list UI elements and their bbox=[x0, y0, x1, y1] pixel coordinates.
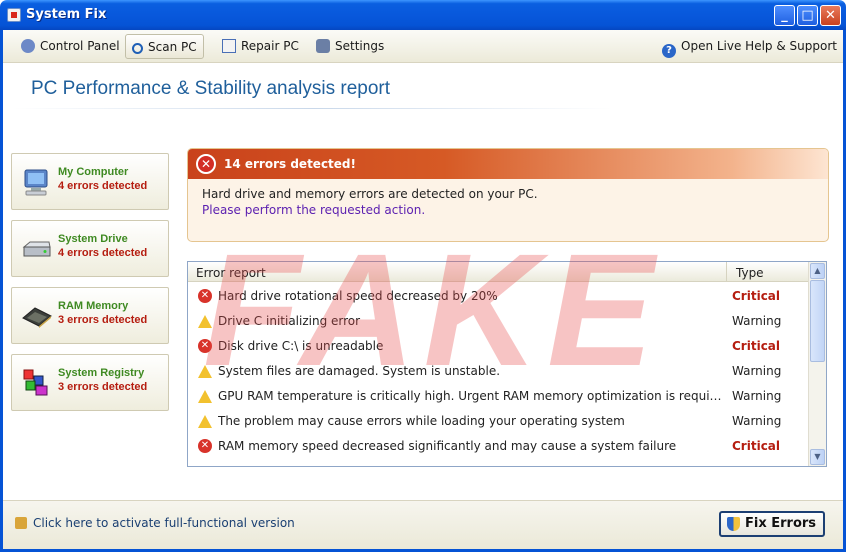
scan-pc-label: Scan PC bbox=[148, 40, 197, 54]
maximize-button[interactable]: □ bbox=[797, 5, 818, 26]
scan-pc-button[interactable]: Scan PC bbox=[125, 34, 204, 59]
sidebar-item-errors: 4 errors detected bbox=[58, 180, 148, 192]
window-body: Control Panel Scan PC Repair PC Settings… bbox=[0, 30, 846, 552]
error-text: System files are damaged. System is unst… bbox=[218, 364, 501, 378]
scroll-up-button[interactable]: ▲ bbox=[810, 263, 825, 279]
toolbar: Control Panel Scan PC Repair PC Settings… bbox=[3, 30, 843, 63]
error-type: Warning bbox=[732, 364, 782, 378]
list-item[interactable]: Drive C initializing error Warning bbox=[188, 309, 808, 334]
activate-link[interactable]: Click here to activate full-functional v… bbox=[15, 516, 295, 530]
control-panel-button[interactable]: Control Panel bbox=[15, 34, 126, 59]
column-header-type[interactable]: Type bbox=[726, 262, 764, 282]
sidebar-item-errors: 3 errors detected bbox=[58, 314, 148, 326]
alert-title: 14 errors detected! bbox=[224, 157, 356, 171]
error-text: Hard drive rotational speed decreased by… bbox=[218, 289, 498, 303]
error-icon: ✕ bbox=[198, 339, 212, 353]
title-bar: System Fix _ □ ✕ bbox=[0, 0, 846, 30]
scroll-thumb[interactable] bbox=[810, 280, 825, 362]
help-button[interactable]: ? Open Live Help & Support bbox=[656, 34, 843, 59]
window-title: System Fix bbox=[26, 7, 107, 22]
title-divider bbox=[13, 108, 613, 109]
repair-icon bbox=[222, 39, 236, 53]
control-panel-label: Control Panel bbox=[40, 39, 120, 53]
settings-button[interactable]: Settings bbox=[310, 34, 390, 59]
scroll-down-button[interactable]: ▼ bbox=[810, 449, 825, 465]
sidebar-item-errors: 4 errors detected bbox=[58, 247, 148, 259]
sidebar-item-system-registry[interactable]: System Registry 3 errors detected bbox=[11, 354, 169, 411]
close-button[interactable]: ✕ bbox=[820, 5, 841, 26]
page-title: PC Performance & Stability analysis repo… bbox=[31, 78, 391, 99]
vertical-scrollbar[interactable]: ▲ ▼ bbox=[808, 262, 826, 466]
computer-icon bbox=[24, 169, 48, 196]
error-report-list[interactable]: Error report Type ✕ Hard drive rotational… bbox=[187, 261, 827, 467]
warning-icon bbox=[198, 390, 212, 403]
error-text: GPU RAM temperature is critically high. … bbox=[218, 389, 724, 403]
error-type: Critical bbox=[732, 339, 781, 353]
column-header-report[interactable]: Error report bbox=[196, 266, 266, 280]
list-item[interactable]: The problem may cause errors while loadi… bbox=[188, 409, 808, 434]
activate-label: Click here to activate full-functional v… bbox=[33, 516, 295, 530]
error-icon: ✕ bbox=[198, 289, 212, 303]
settings-icon bbox=[316, 39, 330, 53]
key-icon bbox=[15, 517, 27, 529]
list-item[interactable]: System files are damaged. System is unst… bbox=[188, 359, 808, 384]
repair-pc-button[interactable]: Repair PC bbox=[216, 34, 305, 59]
fix-errors-button[interactable]: Fix Errors bbox=[719, 511, 825, 537]
sidebar-item-ram-memory[interactable]: RAM Memory 3 errors detected bbox=[11, 287, 169, 344]
sidebar-item-errors: 3 errors detected bbox=[58, 381, 148, 393]
list-item[interactable]: GPU RAM temperature is critically high. … bbox=[188, 384, 808, 409]
list-item[interactable]: ✕ Hard drive rotational speed decreased b… bbox=[188, 284, 808, 309]
warning-icon bbox=[198, 315, 212, 328]
error-icon: ✕ bbox=[196, 154, 216, 174]
warning-icon bbox=[198, 415, 212, 428]
control-panel-icon bbox=[21, 39, 35, 53]
error-text: The problem may cause errors while loadi… bbox=[218, 414, 625, 428]
footer-bar: Click here to activate full-functional v… bbox=[3, 500, 843, 549]
error-type: Warning bbox=[732, 389, 782, 403]
sidebar-item-name: My Computer bbox=[58, 166, 129, 178]
settings-label: Settings bbox=[335, 39, 385, 53]
warning-icon bbox=[198, 365, 212, 378]
sidebar-item-system-drive[interactable]: System Drive 4 errors detected bbox=[11, 220, 169, 277]
repair-pc-label: Repair PC bbox=[241, 39, 299, 53]
error-text: Disk drive C:\ is unreadable bbox=[218, 339, 384, 353]
error-type: Warning bbox=[732, 414, 782, 428]
error-alert-panel: ✕ 14 errors detected! Hard drive and mem… bbox=[187, 148, 829, 242]
error-text: Drive C initializing error bbox=[218, 314, 361, 328]
scan-icon bbox=[132, 43, 143, 54]
sidebar-item-name: System Registry bbox=[58, 367, 145, 379]
help-label: Open Live Help & Support bbox=[681, 39, 837, 53]
list-item[interactable]: ✕ Disk drive C:\ is unreadable Critical bbox=[188, 334, 808, 359]
sidebar-item-my-computer[interactable]: My Computer 4 errors detected bbox=[11, 153, 169, 210]
sidebar-item-name: System Drive bbox=[58, 233, 128, 245]
help-icon: ? bbox=[662, 44, 676, 58]
ram-icon bbox=[22, 307, 52, 328]
list-item[interactable]: ✕ RAM memory speed decreased significantl… bbox=[188, 434, 808, 459]
alert-message: Hard drive and memory errors are detecte… bbox=[202, 187, 538, 201]
error-type: Warning bbox=[732, 314, 782, 328]
error-type: Critical bbox=[732, 289, 781, 303]
sidebar-item-name: RAM Memory bbox=[58, 300, 129, 312]
drive-icon bbox=[22, 241, 51, 257]
alert-header: ✕ 14 errors detected! bbox=[188, 149, 828, 179]
fix-errors-label: Fix Errors bbox=[745, 516, 817, 531]
app-icon bbox=[7, 8, 21, 22]
error-icon: ✕ bbox=[198, 439, 212, 453]
registry-icon bbox=[23, 369, 48, 396]
shield-icon bbox=[727, 517, 740, 531]
error-text: RAM memory speed decreased significantly… bbox=[218, 439, 677, 453]
alert-action-text: Please perform the requested action. bbox=[202, 203, 426, 217]
list-header: Error report Type bbox=[188, 262, 808, 282]
minimize-button[interactable]: _ bbox=[774, 5, 795, 26]
error-type: Critical bbox=[732, 439, 781, 453]
